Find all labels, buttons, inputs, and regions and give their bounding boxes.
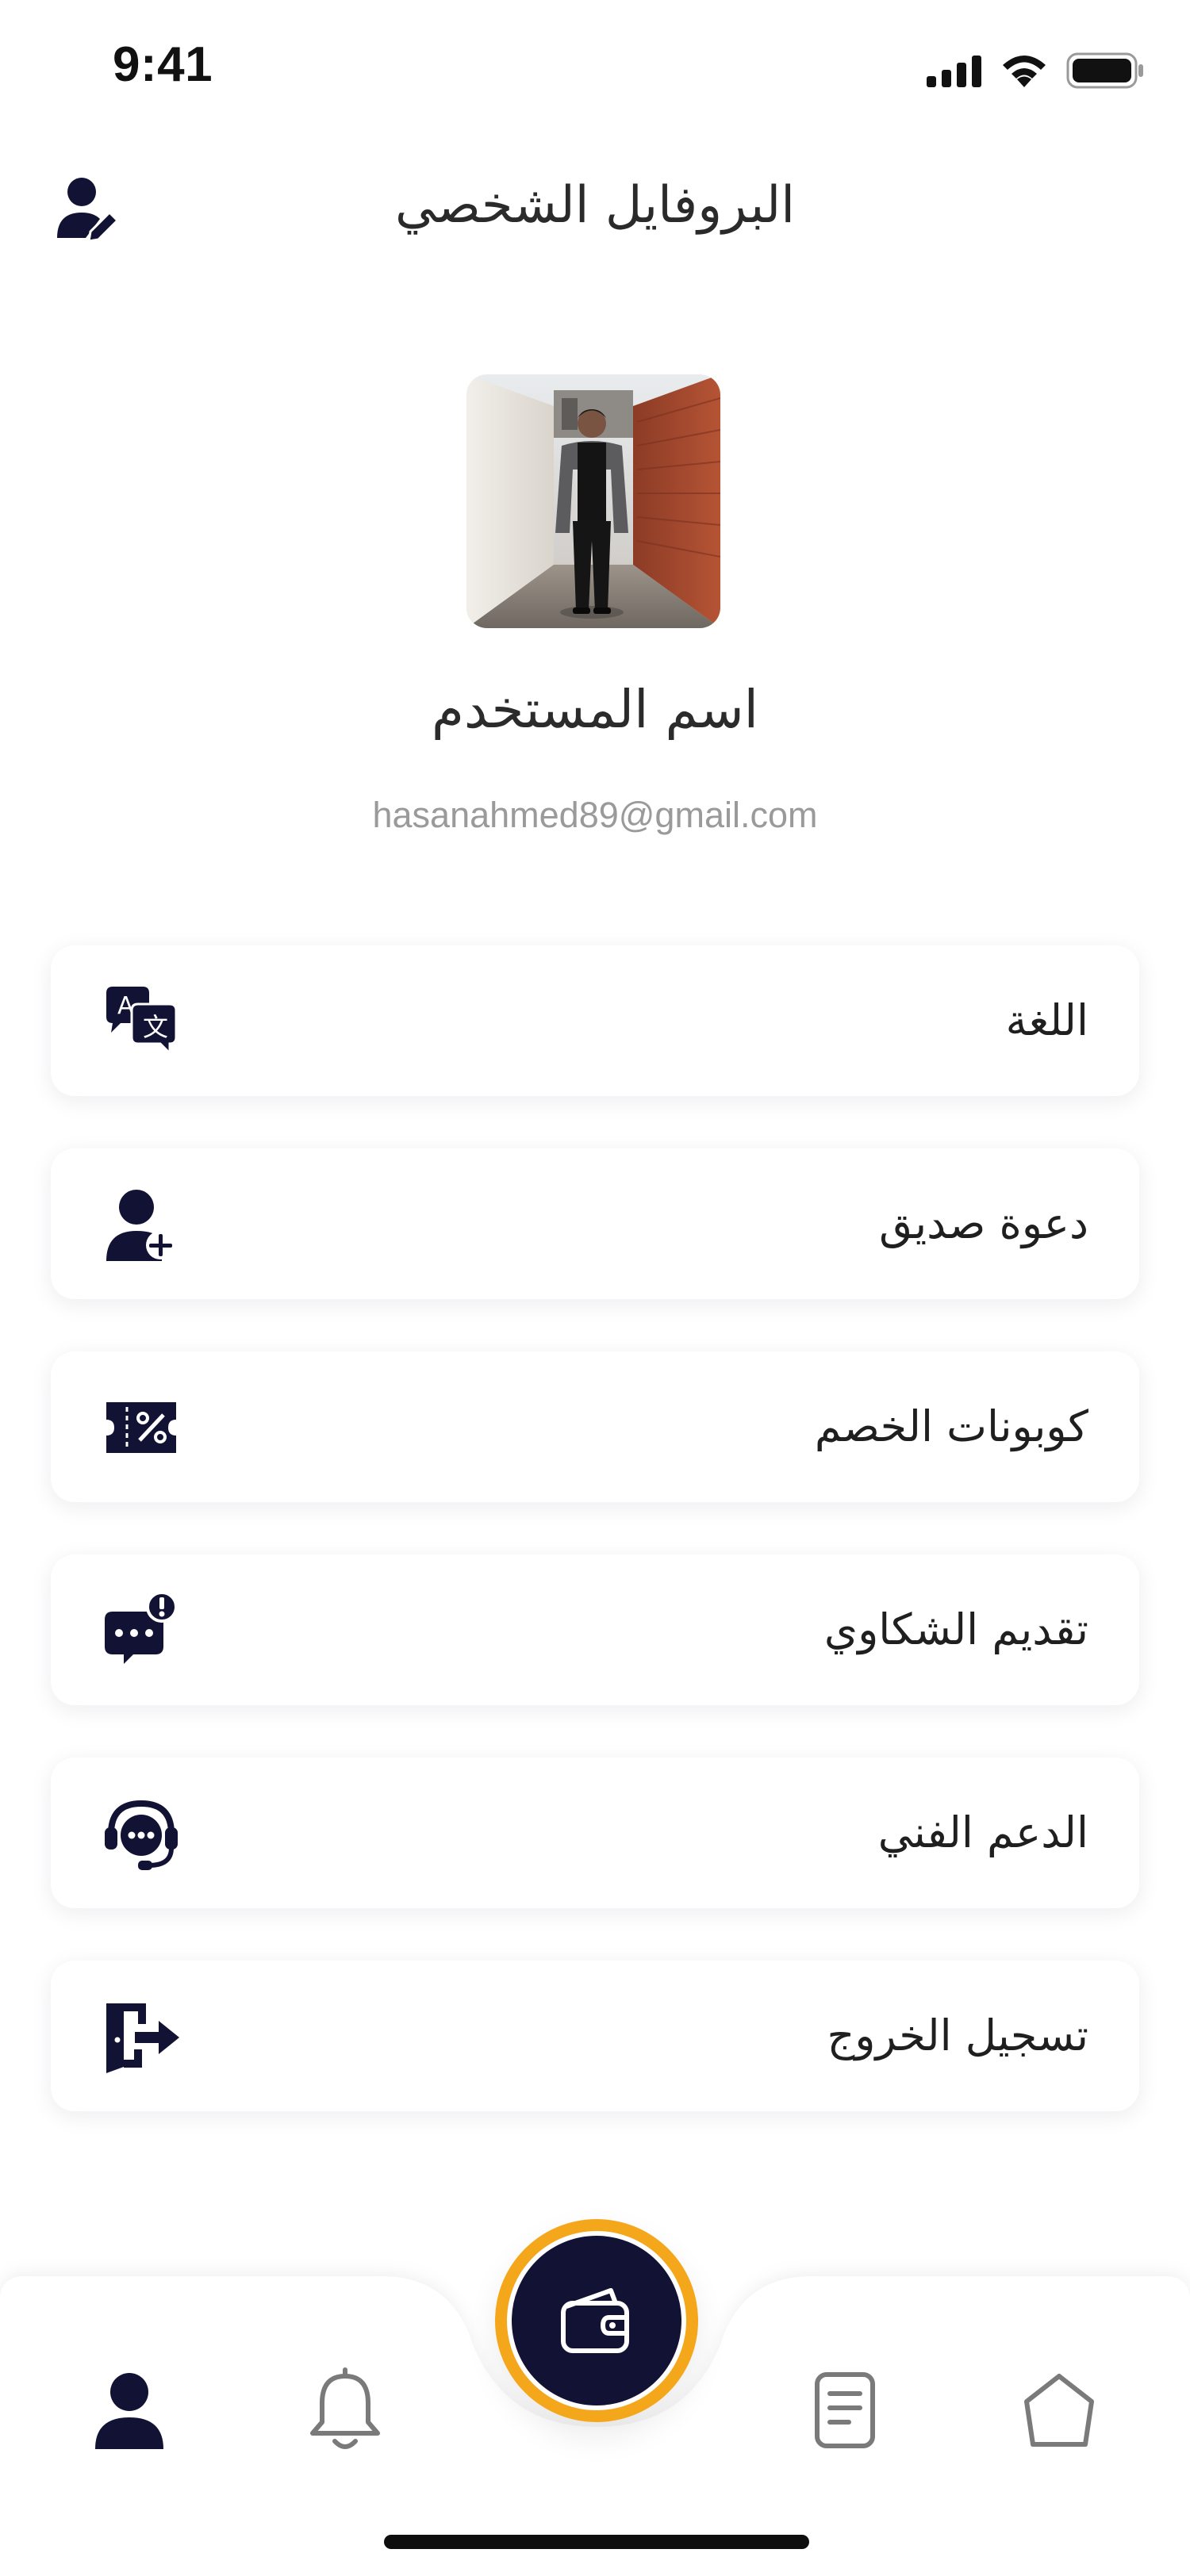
wifi-icon [1003,56,1046,87]
menu-item-complaints[interactable]: تقديم الشكاوي [51,1554,1139,1705]
menu-item-label: كوبونات الخصم [814,1401,1088,1451]
wallet-button[interactable] [495,2219,698,2422]
support-headset-icon [102,1794,181,1873]
menu-item-support[interactable]: الدعم الفني [51,1758,1139,1908]
wallet-button-inner [507,2231,686,2410]
profile-name: اسم المستخدم [431,679,759,740]
menu-item-label: دعوة صديق [879,1198,1088,1248]
menu-item-label: تقديم الشكاوي [823,1604,1088,1654]
nav-profile[interactable] [86,2367,173,2454]
home-icon [1024,2374,1094,2447]
status-bar: 9:41 [0,0,1190,143]
menu-item-coupons[interactable]: كوبونات الخصم [51,1351,1139,1502]
page-title: البروفايل الشخصي [394,176,796,235]
logout-icon [102,1997,181,2076]
nav-notifications[interactable] [301,2367,389,2454]
profile-photo [466,374,720,628]
menu-item-label: اللغة [1005,995,1088,1045]
home-indicator [384,2535,809,2549]
svg-text:文: 文 [143,1012,168,1042]
avatar[interactable] [466,374,720,628]
wallet-icon [561,2288,629,2353]
complaint-chat-icon [102,1591,181,1670]
battery-icon [1066,52,1143,89]
menu-item-label: تسجيل الخروج [827,2011,1088,2060]
status-icons [927,52,1144,89]
menu-item-invite-friend[interactable]: دعوة صديق [51,1148,1139,1299]
profile-screen: 9:41 البروفايل الشخصي اسم المستخدم hasan… [0,0,1190,2576]
discount-coupon-icon [102,1388,181,1467]
signal-icon [927,56,981,87]
profile-icon [95,2373,163,2449]
bell-icon [310,2367,380,2449]
document-icon [815,2372,875,2448]
nav-orders[interactable] [801,2367,889,2454]
menu-item-language[interactable]: اللغة A 文 [51,945,1139,1096]
status-time: 9:41 [113,37,213,92]
nav-home[interactable] [1015,2367,1103,2454]
menu-item-label: الدعم الفني [877,1807,1088,1857]
language-translate-icon: A 文 [102,982,181,1061]
profile-email: hasanahmed89@gmail.com [372,795,818,835]
user-add-icon [102,1185,181,1264]
menu-item-logout[interactable]: تسجيل الخروج [51,1961,1139,2111]
